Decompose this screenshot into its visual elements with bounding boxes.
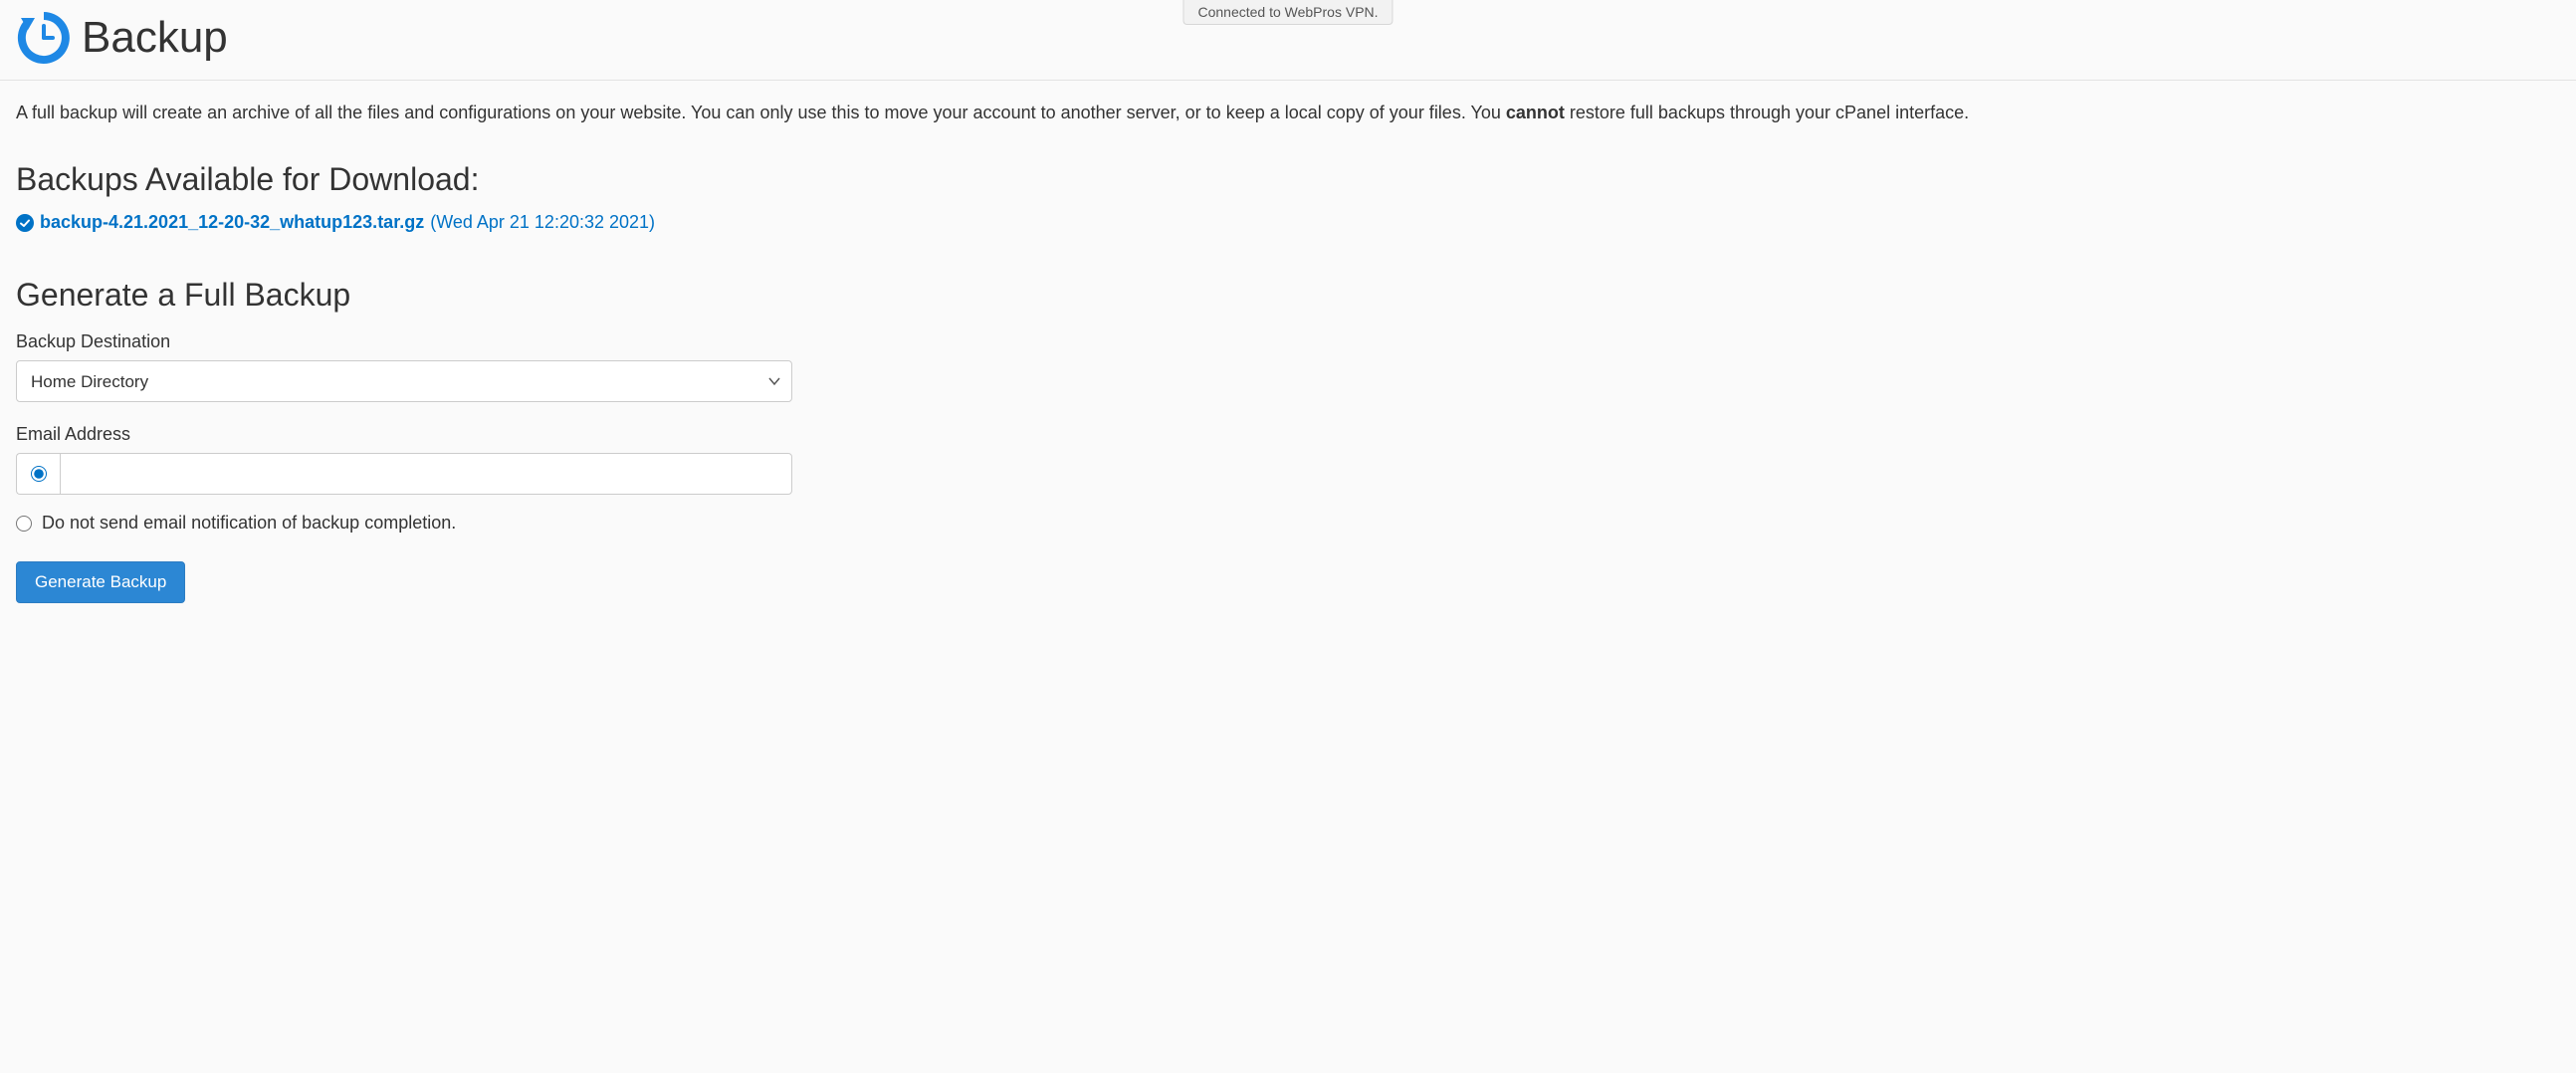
page-title: Backup: [82, 13, 228, 63]
no-email-radio[interactable]: [16, 516, 32, 532]
destination-select[interactable]: Home Directory: [16, 360, 792, 402]
email-field[interactable]: [60, 453, 792, 495]
no-email-row[interactable]: Do not send email notification of backup…: [16, 513, 2560, 534]
email-input-row: [16, 453, 792, 495]
backup-clock-icon: [16, 10, 72, 66]
check-circle-icon: [16, 214, 34, 232]
send-email-radio[interactable]: [31, 466, 47, 482]
description-strong: cannot: [1506, 103, 1565, 122]
destination-label: Backup Destination: [16, 331, 2560, 352]
backup-file-date: (Wed Apr 21 12:20:32 2021): [430, 212, 655, 233]
description-post: restore full backups through your cPanel…: [1565, 103, 1969, 122]
available-backups-heading: Backups Available for Download:: [16, 161, 2560, 198]
no-email-label: Do not send email notification of backup…: [42, 513, 456, 534]
description-text: A full backup will create an archive of …: [16, 101, 2560, 125]
destination-select-wrap: Home Directory: [16, 360, 792, 402]
generate-backup-form: Generate a Full Backup Backup Destinatio…: [16, 277, 2560, 603]
email-label: Email Address: [16, 424, 2560, 445]
generate-backup-button[interactable]: Generate Backup: [16, 561, 185, 603]
backup-file-link[interactable]: backup-4.21.2021_12-20-32_whatup123.tar.…: [40, 212, 424, 233]
content-area: A full backup will create an archive of …: [0, 81, 2576, 623]
description-pre: A full backup will create an archive of …: [16, 103, 1506, 122]
backup-list-item: backup-4.21.2021_12-20-32_whatup123.tar.…: [16, 212, 2560, 233]
vpn-status-badge: Connected to WebPros VPN.: [1182, 0, 1393, 25]
generate-backup-heading: Generate a Full Backup: [16, 277, 2560, 314]
email-radio-addon: [16, 453, 60, 495]
